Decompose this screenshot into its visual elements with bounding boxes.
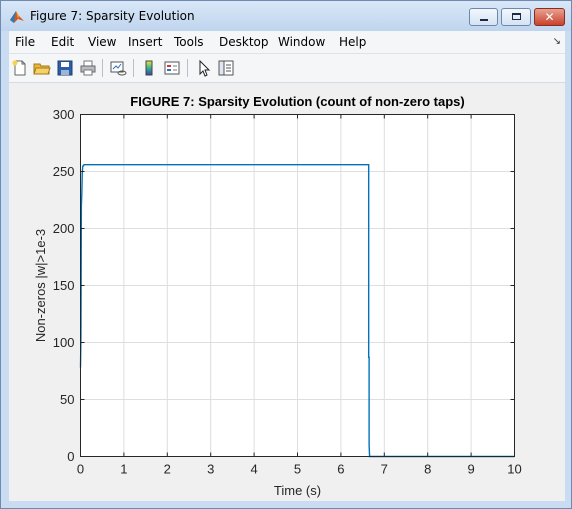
close-icon: ✕ xyxy=(544,10,555,24)
y-tick-label: 0 xyxy=(67,449,74,464)
maximize-button[interactable] xyxy=(501,8,531,26)
close-button[interactable]: ✕ xyxy=(534,8,565,26)
x-tick-label: 6 xyxy=(337,462,344,477)
x-tick-label: 8 xyxy=(424,462,431,477)
minimize-button[interactable] xyxy=(469,8,498,26)
x-tick-label: 10 xyxy=(507,462,521,477)
x-tick-label: 7 xyxy=(381,462,388,477)
y-tick-label: 200 xyxy=(53,221,75,236)
chart-title: FIGURE 7: Sparsity Evolution (count of n… xyxy=(130,94,464,109)
toolbar-separator xyxy=(187,59,188,77)
figure-toolbar xyxy=(9,54,565,83)
y-axis-label: Non-zeros |w|>1e-3 xyxy=(33,229,48,342)
x-tick-label: 3 xyxy=(207,462,214,477)
minimize-icon xyxy=(480,19,488,21)
toolbar-separator xyxy=(133,59,134,77)
y-tick-label: 100 xyxy=(53,335,75,350)
figure-canvas: 0 1 2 3 4 5 6 7 8 9 10 0 50 100 150 200 250 300 FIGURE 7… xyxy=(9,83,565,501)
menu-edit[interactable]: Edit xyxy=(51,35,74,49)
x-tick-label: 1 xyxy=(120,462,127,477)
figure-window: Figure 7: Sparsity Evolution ✕ File Edit… xyxy=(0,0,572,509)
menu-bar: File Edit View Insert Tools Desktop Wind… xyxy=(9,31,565,54)
edit-plot-pointer-icon[interactable] xyxy=(195,59,213,77)
y-tick-label: 150 xyxy=(53,278,75,293)
print-icon[interactable] xyxy=(79,59,97,77)
menu-insert[interactable]: Insert xyxy=(128,35,162,49)
menu-file[interactable]: File xyxy=(15,35,35,49)
x-tick-label: 0 xyxy=(77,462,84,477)
x-tick-label: 9 xyxy=(467,462,474,477)
y-tick-label: 50 xyxy=(60,392,74,407)
y-tick-label: 300 xyxy=(53,107,75,122)
x-axis-label: Time (s) xyxy=(274,483,321,498)
toolbar-separator xyxy=(102,59,103,77)
title-bar[interactable]: Figure 7: Sparsity Evolution ✕ xyxy=(1,1,571,31)
x-tick-label: 5 xyxy=(294,462,301,477)
maximize-icon xyxy=(512,13,521,20)
matlab-logo-icon xyxy=(10,11,24,23)
open-file-icon[interactable] xyxy=(33,59,51,77)
y-tick-label: 250 xyxy=(53,164,75,179)
link-plot-icon[interactable] xyxy=(109,59,127,77)
x-tick-label: 4 xyxy=(250,462,257,477)
menu-view[interactable]: View xyxy=(88,35,116,49)
new-figure-icon[interactable] xyxy=(11,59,29,77)
dock-arrow-icon[interactable]: ↘ xyxy=(553,36,561,47)
save-icon[interactable] xyxy=(56,59,74,77)
menu-window[interactable]: Window xyxy=(278,35,325,49)
menu-desktop[interactable]: Desktop xyxy=(219,35,269,49)
window-title: Figure 7: Sparsity Evolution xyxy=(30,9,195,23)
insert-colorbar-icon[interactable] xyxy=(140,59,158,77)
x-tick-label: 2 xyxy=(164,462,171,477)
insert-legend-icon[interactable] xyxy=(163,59,181,77)
menu-help[interactable]: Help xyxy=(339,35,366,49)
property-editor-icon[interactable] xyxy=(217,59,235,77)
chart[interactable]: 0 1 2 3 4 5 6 7 8 9 10 0 50 100 150 200 250 300 FIGURE 7… xyxy=(9,83,565,501)
menu-tools[interactable]: Tools xyxy=(174,35,204,49)
